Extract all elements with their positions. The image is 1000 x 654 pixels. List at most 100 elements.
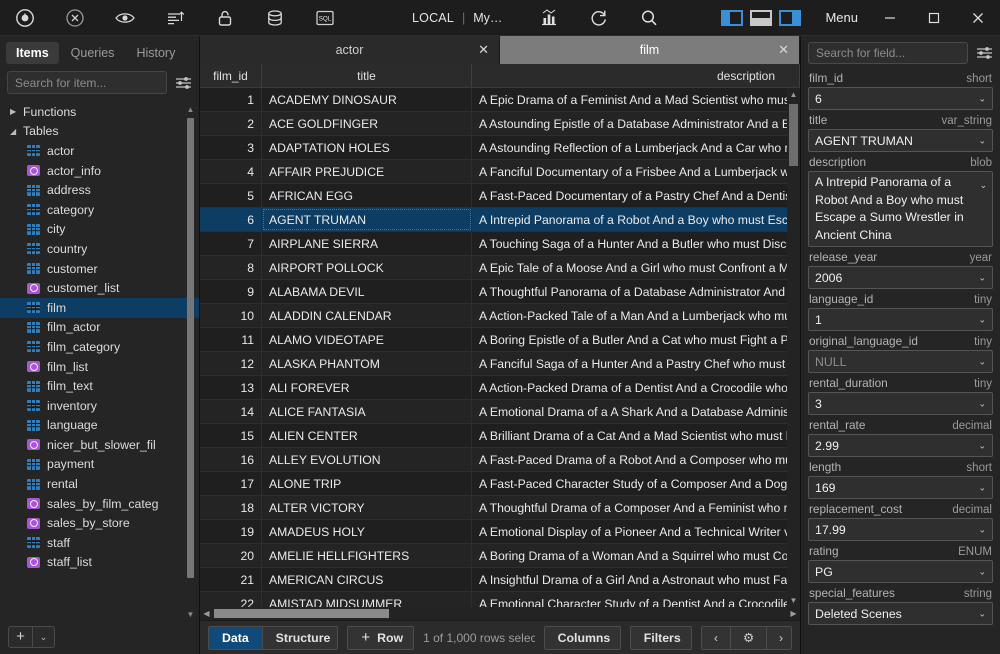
table-row[interactable]: 22 AMISTAD MIDSUMMER A Emotional Character… [200,592,800,607]
add-item-chevron-icon[interactable]: ⌄ [32,627,54,647]
scroll-right-arrow[interactable]: ▶ [787,607,800,620]
cell-title[interactable]: ALLEY EVOLUTION [262,448,472,471]
chevron-down-icon[interactable]: ◢ [10,127,23,136]
menu-button[interactable]: Menu [809,10,868,25]
cell-description[interactable]: A Intrepid Panorama of a Robot And a Boy… [472,208,800,231]
table-row[interactable]: 21 AMERICAN CIRCUS A Insightful Drama of a… [200,568,800,592]
tree-item-customer[interactable]: customer [0,259,199,279]
cell-title[interactable]: ALAMO VIDEOTAPE [262,328,472,351]
field-select[interactable]: 2006 ⌄ [808,266,993,289]
tree-item-actor[interactable]: actor [0,141,199,161]
field-select[interactable]: AGENT TRUMAN ⌄ [808,129,993,152]
cell-title[interactable]: AMADEUS HOLY [262,520,472,543]
field-select[interactable]: NULL ⌄ [808,350,993,373]
unlock-icon[interactable] [200,0,250,36]
table-row[interactable]: 2 ACE GOLDFINGER A Astounding Epistle of a… [200,112,800,136]
cell-title[interactable]: ACE GOLDFINGER [262,112,472,135]
cell-description[interactable]: A Fanciful Documentary of a Frisbee And … [472,160,800,183]
cell-title[interactable]: ADAPTATION HOLES [262,136,472,159]
scrollbar-thumb[interactable] [187,118,194,578]
sidebar-tab-queries[interactable]: Queries [61,42,125,64]
chevron-down-icon[interactable]: ⌄ [978,356,986,367]
cell-description[interactable]: A Thoughtful Panorama of a Database Admi… [472,280,800,303]
cell-film-id[interactable]: 13 [200,376,262,399]
grid-horizontal-scrollbar[interactable]: ◀ ▶ [200,607,800,620]
cell-title[interactable]: AFRICAN EGG [262,184,472,207]
table-row[interactable]: 20 AMELIE HELLFIGHTERS A Boring Drama of a… [200,544,800,568]
add-item-button[interactable]: + ⌄ [8,626,55,648]
scroll-up-arrow[interactable]: ▲ [186,105,195,114]
cell-title[interactable]: ALABAMA DEVIL [262,280,472,303]
chevron-down-icon[interactable]: ⌄ [978,566,986,577]
structure-tab-button[interactable]: Structure [261,626,338,649]
cell-title[interactable]: ALADDIN CALENDAR [262,304,472,327]
tree-item-address[interactable]: address [0,180,199,200]
cell-film-id[interactable]: 17 [200,472,262,495]
field-select[interactable]: 3 ⌄ [808,392,993,415]
table-row[interactable]: 13 ALI FOREVER A Action-Packed Drama of a … [200,376,800,400]
cell-film-id[interactable]: 12 [200,352,262,375]
chevron-down-icon[interactable]: ⌄ [978,314,986,325]
cell-title[interactable]: ACADEMY DINOSAUR [262,88,472,111]
table-row[interactable]: 1 ACADEMY DINOSAUR A Epic Drama of a Femin… [200,88,800,112]
scrollbar-thumb[interactable] [789,104,798,166]
cell-description[interactable]: A Astounding Reflection of a Lumberjack … [472,136,800,159]
field-select[interactable]: Deleted Scenes ⌄ [808,602,993,625]
tree-item-nicer-but-slower-fil[interactable]: nicer_but_slower_fil [0,435,199,455]
cell-film-id[interactable]: 6 [200,208,262,231]
tree-item-rental[interactable]: rental [0,474,199,494]
field-select[interactable]: 1 ⌄ [808,308,993,331]
close-icon[interactable]: ✕ [478,42,489,58]
cell-title[interactable]: AIRPLANE SIERRA [262,232,472,255]
field-select[interactable]: 169 ⌄ [808,476,993,499]
connection-database-label[interactable]: My… [473,11,502,25]
chevron-down-icon[interactable]: ⌄ [979,177,987,195]
table-row[interactable]: 15 ALIEN CENTER A Brilliant Drama of a Cat… [200,424,800,448]
next-page-button[interactable]: › [766,626,791,649]
table-row[interactable]: 9 ALABAMA DEVIL A Thoughtful Panorama of a… [200,280,800,304]
data-tab-button[interactable]: Data [209,626,262,649]
field-search-input[interactable]: Search for field... [808,42,968,64]
preview-eye-icon[interactable] [100,0,150,36]
columns-button[interactable]: Columns [544,626,620,649]
tree-item-inventory[interactable]: inventory [0,396,199,416]
cell-description[interactable]: A Emotional Character Study of a Dentist… [472,592,800,608]
table-row[interactable]: 10 ALADDIN CALENDAR A Action-Packed Tale o… [200,304,800,328]
filter-settings-icon[interactable] [174,76,192,90]
field-textarea[interactable]: A Intrepid Panorama of a Robot And a Boy… [808,171,993,247]
field-select[interactable]: 2.99 ⌄ [808,434,993,457]
cell-film-id[interactable]: 10 [200,304,262,327]
cell-description[interactable]: A Emotional Display of a Pioneer And a T… [472,520,800,543]
tree-item-actor-info[interactable]: actor_info [0,161,199,181]
cell-title[interactable]: ALICE FANTASIA [262,400,472,423]
cell-description[interactable]: A Emotional Drama of a A Shark And a Dat… [472,400,800,423]
tree-item-country[interactable]: country [0,239,199,259]
tree-item-Tables[interactable]: ◢ Tables [0,122,199,142]
cell-description[interactable]: A Touching Saga of a Hunter And a Butler… [472,232,800,255]
cell-film-id[interactable]: 20 [200,544,262,567]
cell-title[interactable]: AMERICAN CIRCUS [262,568,472,591]
table-row[interactable]: 17 ALONE TRIP A Fast-Paced Character Study… [200,472,800,496]
gear-icon[interactable]: ⚙ [730,626,767,649]
cell-film-id[interactable]: 5 [200,184,262,207]
cell-description[interactable]: A Epic Drama of a Feminist And a Mad Sci… [472,88,800,111]
tree-item-staff[interactable]: staff [0,533,199,553]
cell-title[interactable]: AFFAIR PREJUDICE [262,160,472,183]
cell-description[interactable]: A Boring Epistle of a Butler And a Cat w… [472,328,800,351]
cell-film-id[interactable]: 14 [200,400,262,423]
scroll-down-arrow[interactable]: ▼ [787,596,800,605]
search-icon[interactable] [624,0,674,36]
cell-film-id[interactable]: 1 [200,88,262,111]
field-select[interactable]: 17.99 ⌄ [808,518,993,541]
tree-item-city[interactable]: city [0,220,199,240]
toggle-left-panel[interactable] [721,9,744,26]
cell-description[interactable]: A Fast-Paced Documentary of a Pastry Che… [472,184,800,207]
cell-title[interactable]: AGENT TRUMAN [262,208,472,231]
cell-film-id[interactable]: 11 [200,328,262,351]
export-icon[interactable] [150,0,200,36]
chevron-down-icon[interactable]: ⌄ [978,440,986,451]
cell-description[interactable]: A Fast-Paced Drama of a Robot And a Comp… [472,448,800,471]
cell-description[interactable]: A Brilliant Drama of a Cat And a Mad Sci… [472,424,800,447]
window-maximize-button[interactable] [912,0,956,36]
cell-description[interactable]: A Action-Packed Tale of a Man And a Lumb… [472,304,800,327]
